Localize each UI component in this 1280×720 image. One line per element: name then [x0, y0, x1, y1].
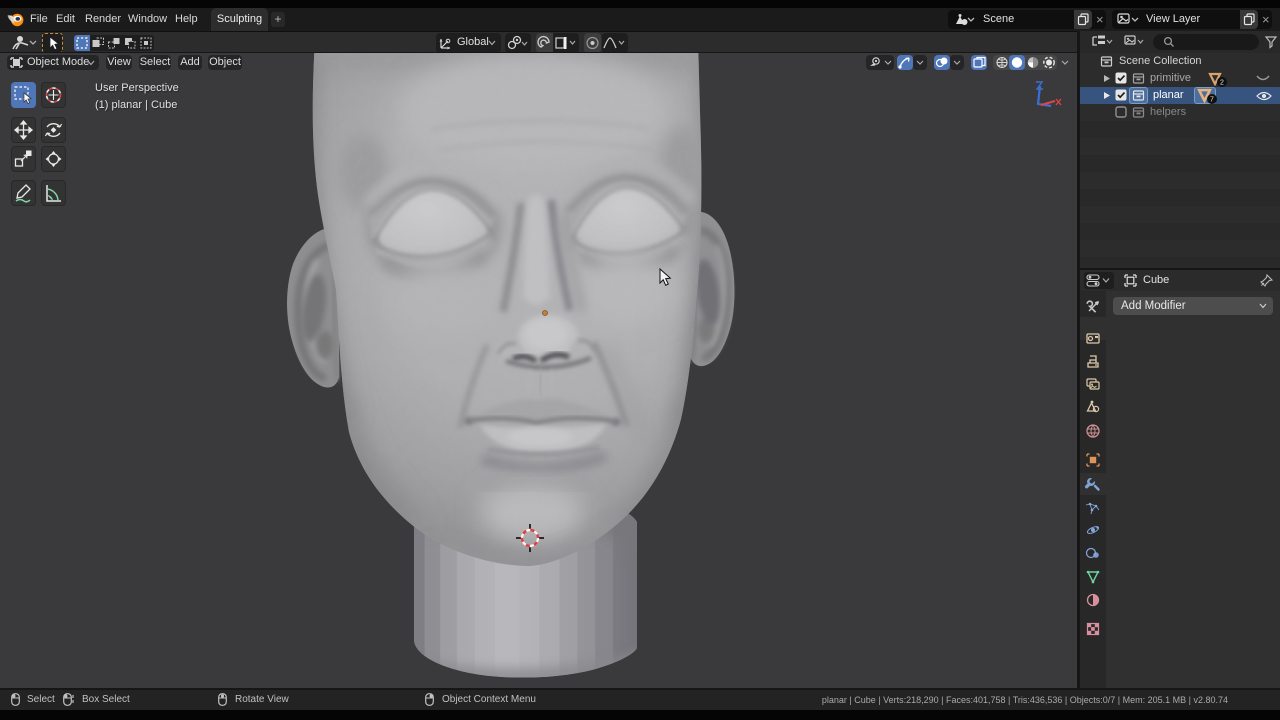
- svg-text:2: 2: [1220, 80, 1224, 87]
- svg-text:7: 7: [1210, 97, 1214, 104]
